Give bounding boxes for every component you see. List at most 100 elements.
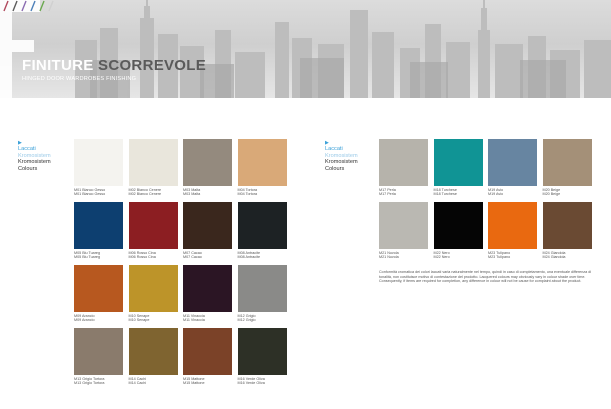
page-title: FINITURE SCORREVOLE bbox=[22, 58, 206, 73]
swatch-caption-line2: M17 Perla bbox=[379, 192, 396, 197]
swatch-item: M19 Avio M19 Avio bbox=[488, 139, 537, 197]
swatch-caption-line2: M15 Mattone bbox=[183, 381, 205, 386]
city-skyline-image bbox=[75, 0, 611, 98]
swatch-caption: M19 Avio M19 Avio bbox=[488, 188, 537, 197]
title-part2: SCORREVOLE bbox=[98, 57, 207, 74]
swatch-caption-line2: M21 Nuvola bbox=[379, 255, 399, 260]
left-section-label: ▶ Laccati Kromosistem Kromosistem Colour… bbox=[18, 140, 51, 172]
swatch-caption: M02 Bianco Cenere M02 Bianco Cenere bbox=[129, 188, 178, 197]
color-swatch bbox=[488, 202, 537, 249]
swatch-item: M05 Blu Tuareg M05 Blu Tuareg bbox=[74, 202, 123, 260]
color-swatch bbox=[128, 139, 178, 186]
swatch-caption-line2: M08 Antracite bbox=[237, 255, 261, 260]
swatch-item: M02 Bianco Cenere M02 Bianco Cenere bbox=[128, 139, 178, 197]
swatch-caption-line2: M03 Malta bbox=[183, 192, 201, 197]
title-part1: FINITURE bbox=[22, 57, 94, 74]
color-swatch bbox=[128, 328, 178, 375]
label-line-3: Kromosistem bbox=[325, 159, 358, 166]
color-swatch bbox=[237, 265, 287, 312]
swatch-caption: M13 Grigio Tortora M13 Grigio Tortora bbox=[74, 377, 123, 386]
color-swatch bbox=[183, 139, 232, 186]
color-swatch bbox=[74, 328, 123, 375]
color-swatch bbox=[128, 265, 178, 312]
swatch-caption-line2: M09 Arancio bbox=[74, 318, 95, 323]
swatch-caption-line2: M23 Tulipano bbox=[488, 255, 511, 260]
swatch-item: M08 Antracite M08 Antracite bbox=[237, 202, 287, 260]
swatch-caption-line2: M19 Avio bbox=[488, 192, 504, 197]
swatch-caption-line2: M12 Grigio bbox=[237, 318, 256, 323]
swatch-item: M24 Giandola M24 Giandola bbox=[542, 202, 592, 260]
swatch-item: M07 Cacao M07 Cacao bbox=[183, 202, 232, 260]
color-swatch bbox=[74, 265, 123, 312]
swatch-caption: M07 Cacao M07 Cacao bbox=[183, 251, 232, 260]
swatch-caption-line2: M04 Tortora bbox=[237, 192, 258, 197]
color-swatch bbox=[237, 139, 287, 186]
swatch-item: M06 Rosso Cina M06 Rosso Cina bbox=[128, 202, 178, 260]
swatch-caption: M05 Blu Tuareg M05 Blu Tuareg bbox=[74, 251, 123, 260]
swatch-item: M11 Vinaccia M11 Vinaccia bbox=[183, 265, 232, 323]
swatch-caption-line2: M01 Bianco Gesso bbox=[74, 192, 106, 197]
header-title-block: FINITURE SCORREVOLE HINGED DOOR WARDROBE… bbox=[22, 58, 206, 82]
swatch-caption: M10 Senape M10 Senape bbox=[129, 314, 178, 323]
color-swatch bbox=[128, 202, 178, 249]
swatch-item: M23 Tulipano M23 Tulipano bbox=[488, 202, 537, 260]
swatch-caption: M24 Giandola M24 Giandola bbox=[543, 251, 592, 260]
swatch-caption-line2: M18 Turchese bbox=[433, 192, 457, 197]
swatch-caption-line2: M16 Verde Oliva bbox=[237, 381, 265, 386]
swatch-item: M13 Grigio Tortora M13 Grigio Tortora bbox=[74, 328, 123, 386]
swatch-caption-line2: M10 Senape bbox=[128, 318, 150, 323]
stripe-line bbox=[3, 0, 9, 12]
swatch-item: M17 Perla M17 Perla bbox=[379, 139, 428, 197]
color-swatch bbox=[74, 202, 123, 249]
swatch-caption: M21 Nuvola M21 Nuvola bbox=[379, 251, 428, 260]
swatch-caption: M22 Nero M22 Nero bbox=[434, 251, 483, 260]
header-banner: FINITURE SCORREVOLE HINGED DOOR WARDROBE… bbox=[0, 0, 611, 98]
stripe-line bbox=[39, 0, 45, 12]
swatch-item: M15 Mattone M15 Mattone bbox=[183, 328, 232, 386]
label-line-4: Colours bbox=[18, 165, 38, 172]
swatch-item: M16 Verde Oliva M16 Verde Oliva bbox=[237, 328, 287, 386]
colour-disclaimer-note: Conformità cromatica dei colori laccati … bbox=[379, 270, 592, 284]
swatch-caption: M06 Rosso Cina M06 Rosso Cina bbox=[129, 251, 178, 260]
stripe-line bbox=[48, 0, 54, 12]
swatch-item: M01 Bianco Gesso M01 Bianco Gesso bbox=[74, 139, 123, 197]
stripe-line bbox=[12, 0, 18, 12]
swatch-caption: M09 Arancio M09 Arancio bbox=[74, 314, 123, 323]
swatch-caption-line2: M02 Bianco Cenere bbox=[128, 192, 162, 197]
swatch-item: M09 Arancio M09 Arancio bbox=[74, 265, 123, 323]
swatch-caption: M01 Bianco Gesso M01 Bianco Gesso bbox=[74, 188, 123, 197]
swatch-caption-line2: M24 Giandola bbox=[542, 255, 566, 260]
color-swatch bbox=[74, 139, 123, 186]
swatch-caption-line2: M07 Cacao bbox=[183, 255, 202, 260]
stripe-line bbox=[21, 0, 27, 12]
swatch-caption-line2: M05 Blu Tuareg bbox=[74, 255, 101, 260]
swatch-item: M22 Nero M22 Nero bbox=[433, 202, 483, 260]
swatch-item: M10 Senape M10 Senape bbox=[128, 265, 178, 323]
large-letter-graphic bbox=[0, 0, 40, 98]
swatch-caption: M08 Antracite M08 Antracite bbox=[238, 251, 287, 260]
swatch-item: M21 Nuvola M21 Nuvola bbox=[379, 202, 428, 260]
swatch-caption: M15 Mattone M15 Mattone bbox=[183, 377, 232, 386]
swatch-caption-line2: M06 Rosso Cina bbox=[128, 255, 156, 260]
swatch-item: M12 Grigio M12 Grigio bbox=[237, 265, 287, 323]
swatch-caption: M03 Malta M03 Malta bbox=[183, 188, 232, 197]
swatch-caption: M14 Cachi M14 Cachi bbox=[129, 377, 178, 386]
color-swatch bbox=[183, 202, 232, 249]
swatch-caption: M04 Tortora M04 Tortora bbox=[238, 188, 287, 197]
swatch-item: M20 Beige M20 Beige bbox=[542, 139, 592, 197]
swatch-caption: M17 Perla M17 Perla bbox=[379, 188, 428, 197]
swatch-caption-line2: M13 Grigio Tortora bbox=[74, 381, 105, 386]
color-swatch bbox=[237, 328, 287, 375]
swatch-caption: M11 Vinaccia M11 Vinaccia bbox=[183, 314, 232, 323]
right-section-label: ▶ Laccati Kromosistem Kromosistem Colour… bbox=[325, 140, 358, 172]
label-line-3: Kromosistem bbox=[18, 159, 51, 166]
swatch-item: M04 Tortora M04 Tortora bbox=[237, 139, 287, 197]
color-swatch bbox=[379, 139, 428, 186]
color-swatch bbox=[542, 202, 592, 249]
swatch-item: M14 Cachi M14 Cachi bbox=[128, 328, 178, 386]
page-subtitle: HINGED DOOR WARDROBES FINISHING bbox=[22, 76, 137, 82]
swatch-caption: M12 Grigio M12 Grigio bbox=[238, 314, 287, 323]
color-swatch bbox=[379, 202, 428, 249]
swatch-caption: M23 Tulipano M23 Tulipano bbox=[488, 251, 537, 260]
color-stripes-icon bbox=[3, 0, 54, 12]
